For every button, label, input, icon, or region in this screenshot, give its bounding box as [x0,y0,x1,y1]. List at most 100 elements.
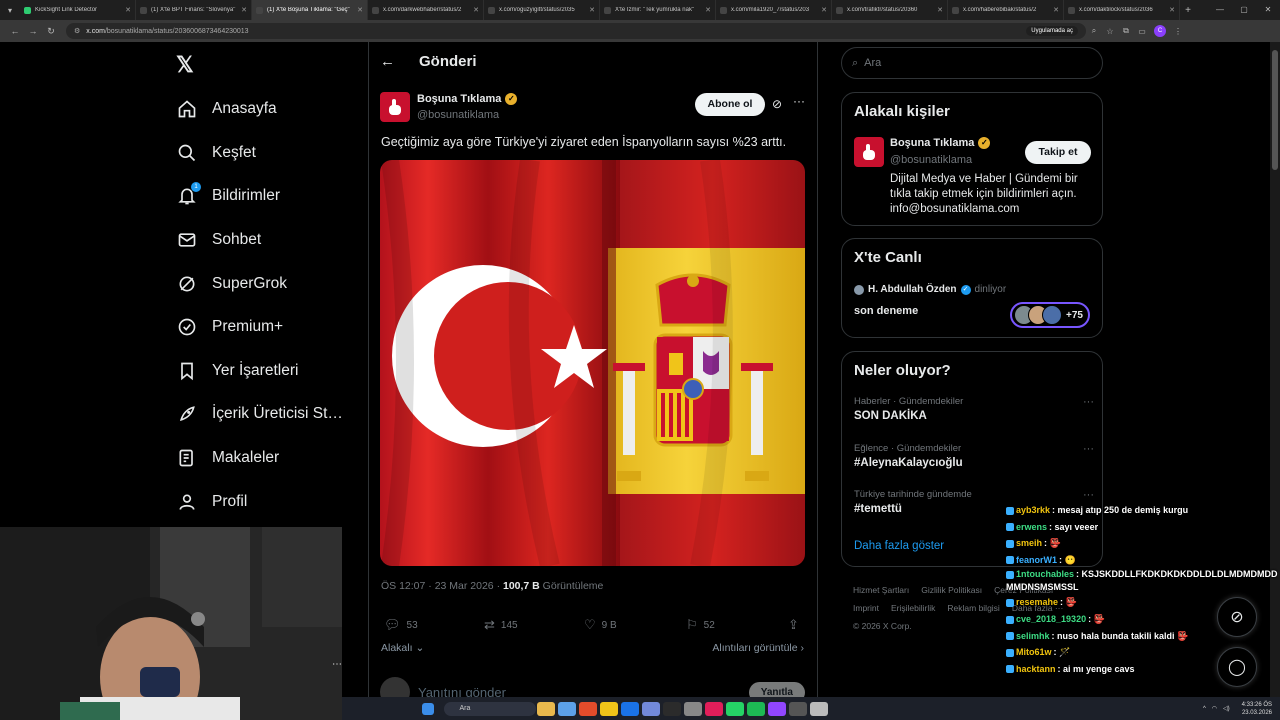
profile-avatar[interactable]: C [1154,25,1166,37]
browser-tab[interactable]: (1) X'te BPT Finans: "Slovenya" ✕ [136,0,252,20]
reply-button[interactable]: 💬︎ 53 [384,617,418,633]
browser-tab[interactable]: x.com/haberebibak/status/2 ✕ [948,0,1064,20]
post-image[interactable] [380,160,805,566]
live-card[interactable]: X'te Canlı H. Abdullah Özden ✓ dinliyor … [841,238,1103,338]
nav-item-7[interactable]: Yer İşaretleri [176,356,298,386]
trend-item[interactable]: Eğlence · Gündemdekiler #AleynaKalaycıoğl… [854,443,1094,469]
tab-close-icon[interactable]: ✕ [241,6,247,14]
relevant-name[interactable]: Boşuna Tıklama ✓ [890,137,991,149]
browser-tab[interactable]: KickSight Link Detector ✕ [20,0,136,20]
footer-link[interactable]: Imprint [853,603,879,613]
more-icon[interactable]: ··· [793,94,805,108]
app-icon[interactable] [789,701,807,716]
nav-item-2[interactable]: Keşfet [176,138,256,168]
footer-link[interactable]: Hizmet Şartları [853,585,909,595]
nav-item-6[interactable]: Premium+ [176,312,283,342]
back-arrow-icon[interactable]: ← [380,53,395,70]
file-explorer-icon[interactable] [537,701,555,716]
tab-close-icon[interactable]: ✕ [705,6,711,14]
windows-start-icon[interactable] [422,702,434,715]
app-icon[interactable] [663,701,681,716]
trend-more-icon[interactable]: ··· [1083,443,1094,455]
trend-more-icon[interactable]: ··· [1083,396,1094,408]
clock[interactable]: 4:33:26 ÖS 23.03.2026 [1242,701,1272,717]
browser-tab[interactable]: (1) X'te Boşuna Tıklama: "Geç" ✕ [252,0,368,20]
spotify-icon[interactable] [747,701,765,716]
browser-tab[interactable]: X'te İzmir: "Tek yumrukla nak" ✕ [600,0,716,20]
repost-button[interactable]: ⇄ 145 [484,617,518,633]
menu-icon[interactable]: ⋮ [1170,27,1186,36]
chat-username[interactable]: ayb3rkk [1016,505,1050,515]
tab-close-icon[interactable]: ✕ [473,6,479,14]
app-icon[interactable] [705,701,723,716]
zoom-icon[interactable]: ⌕ [1086,26,1102,36]
star-icon[interactable]: ☆ [1102,27,1118,36]
tab-close-icon[interactable]: ✕ [821,6,827,14]
trend-more-icon[interactable]: ··· [1083,489,1094,501]
browser-tab[interactable]: x.com/mila1920_7/status/203 ✕ [716,0,832,20]
nav-item-1[interactable]: Anasayfa [176,94,277,124]
show-more-link[interactable]: Daha fazla göster [854,540,944,552]
wifi-icon[interactable]: ◠ [1212,705,1217,712]
discord-icon[interactable] [642,701,660,716]
whatsapp-icon[interactable] [726,701,744,716]
chrome-icon[interactable] [579,701,597,716]
new-tab-button[interactable]: + [1180,5,1196,16]
search-input[interactable]: ⌕ Ara [841,47,1103,79]
browser-tab[interactable]: x.com/trafiktr/status/20360 ✕ [832,0,948,20]
close-window-icon[interactable]: ✕ [1256,0,1280,20]
minimize-icon[interactable]: — [1208,0,1232,20]
tray-chevron-icon[interactable]: ^ [1203,706,1206,712]
nav-item-5[interactable]: SuperGrok [176,269,287,299]
relevant-avatar[interactable] [854,137,884,167]
browser-tab[interactable]: x.com/oguzyigitt/status/2035 ✕ [484,0,600,20]
volume-icon[interactable]: ◁) [1223,705,1230,712]
reload-icon[interactable]: ↻ [42,26,60,37]
obs-icon[interactable] [810,701,828,716]
maximize-icon[interactable]: ▢ [1232,0,1256,20]
subscribe-button[interactable]: Abone ol [695,93,765,116]
scrollbar-thumb[interactable] [1272,50,1278,170]
x-logo[interactable]: 𝕏 [176,52,194,78]
chat-username[interactable]: smeih [1016,538,1042,548]
chat-username[interactable]: hacktann [1016,664,1056,674]
listener-avatars[interactable]: +75 [1010,302,1090,328]
like-button[interactable]: ♡ 9 B [584,617,617,633]
relevant-dropdown[interactable]: Alakalı ⌄ [381,642,424,654]
chat-username[interactable]: selimhk [1016,631,1050,641]
back-icon[interactable]: ← [6,26,24,36]
footer-link[interactable]: Erişilebilirlik [891,603,935,613]
tab-close-icon[interactable]: ✕ [357,6,363,14]
nav-item-4[interactable]: Sohbet [176,225,261,255]
tab-close-icon[interactable]: ✕ [1169,6,1175,14]
author-name[interactable]: Boşuna Tıklama ✓ [417,93,518,105]
chat-username[interactable]: feanorW1 [1016,555,1057,565]
site-info-icon[interactable]: ⚙ [74,27,80,35]
tab-close-icon[interactable]: ✕ [1053,6,1059,14]
copilot-icon[interactable] [558,701,576,716]
folder-icon[interactable] [600,701,618,716]
nav-item-3[interactable]: 1 Bildirimler [176,181,280,211]
author-avatar[interactable] [380,92,410,122]
app-icon[interactable] [684,701,702,716]
chat-username[interactable]: resemahe [1016,597,1058,607]
twitch-icon[interactable] [768,701,786,716]
tab-close-icon[interactable]: ✕ [589,6,595,14]
footer-link[interactable]: © 2026 X Corp. [853,621,912,631]
relevant-handle[interactable]: @bosunatiklama [890,154,972,166]
edge-icon[interactable] [621,701,639,716]
tab-close-icon[interactable]: ✕ [937,6,943,14]
chat-username[interactable]: Mito61w [1016,647,1052,657]
tab-search-icon[interactable]: ▾ [0,0,20,20]
chat-username[interactable]: 1ntouchables [1016,569,1074,579]
taskbar-search[interactable]: Ara [443,701,536,716]
nav-item-9[interactable]: Makaleler [176,443,279,473]
nav-item-8[interactable]: İçerik Üreticisi St… [176,399,343,429]
bookmark-button[interactable]: ⚐ 52 [686,617,715,633]
forward-icon[interactable]: → [24,26,42,36]
post-timestamp[interactable]: ÖS 12:07 · 23 Mar 2026 · [381,580,503,592]
tab-close-icon[interactable]: ✕ [125,6,131,14]
chat-username[interactable]: erwens [1016,522,1047,532]
url-input[interactable]: ⚙ x.com/bosunatiklama/status/20360068734… [66,23,1086,39]
sidepanel-icon[interactable]: ▭ [1134,27,1150,36]
